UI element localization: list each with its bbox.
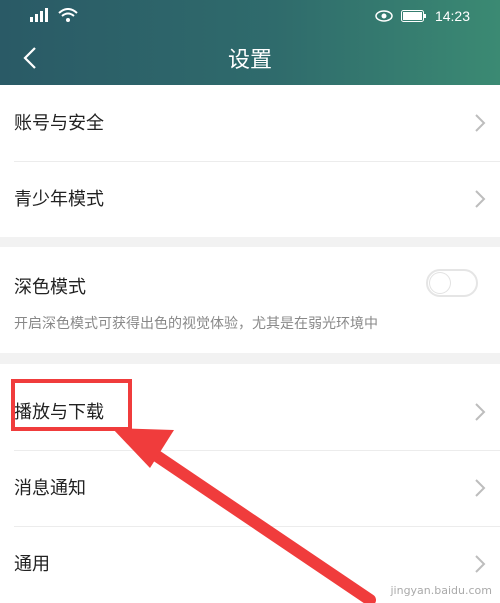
settings-item-notifications[interactable]: 消息通知 xyxy=(0,450,500,526)
page-title: 设置 xyxy=(227,48,272,73)
chevron-right-icon xyxy=(475,190,486,208)
section-account: 账号与安全 青少年模式 xyxy=(0,85,500,237)
chevron-right-icon xyxy=(475,403,486,421)
status-right: 14:23 xyxy=(375,8,470,24)
item-label: 消息通知 xyxy=(14,478,86,499)
settings-item-teen-mode[interactable]: 青少年模式 xyxy=(0,161,500,237)
dark-mode-toggle[interactable] xyxy=(426,269,478,297)
settings-item-account-security[interactable]: 账号与安全 xyxy=(0,85,500,161)
section-dark-mode xyxy=(0,247,500,353)
wifi-icon xyxy=(58,8,78,22)
battery-icon xyxy=(400,10,426,22)
item-label: 账号与安全 xyxy=(14,113,104,134)
app-header: 14:23 设置 xyxy=(0,0,500,85)
item-label: 通用 xyxy=(14,554,50,575)
chevron-right-icon xyxy=(475,479,486,497)
status-bar: 14:23 xyxy=(0,0,500,32)
highlight-box xyxy=(11,379,132,431)
signal-icon xyxy=(30,8,48,22)
dark-mode-label: 深色模式 xyxy=(14,277,86,298)
status-left xyxy=(30,8,78,22)
eye-icon xyxy=(375,10,393,22)
title-bar: 设置 xyxy=(0,32,500,85)
toggle-knob xyxy=(430,273,450,293)
item-label: 青少年模式 xyxy=(14,189,104,210)
dark-mode-description: 开启深色模式可获得出色的视觉体验，尤其是在弱光环境中 xyxy=(14,316,378,332)
chevron-right-icon xyxy=(475,114,486,132)
status-time: 14:23 xyxy=(434,8,470,24)
watermark: jingyan.baidu.com xyxy=(390,584,492,597)
chevron-right-icon xyxy=(475,555,486,573)
